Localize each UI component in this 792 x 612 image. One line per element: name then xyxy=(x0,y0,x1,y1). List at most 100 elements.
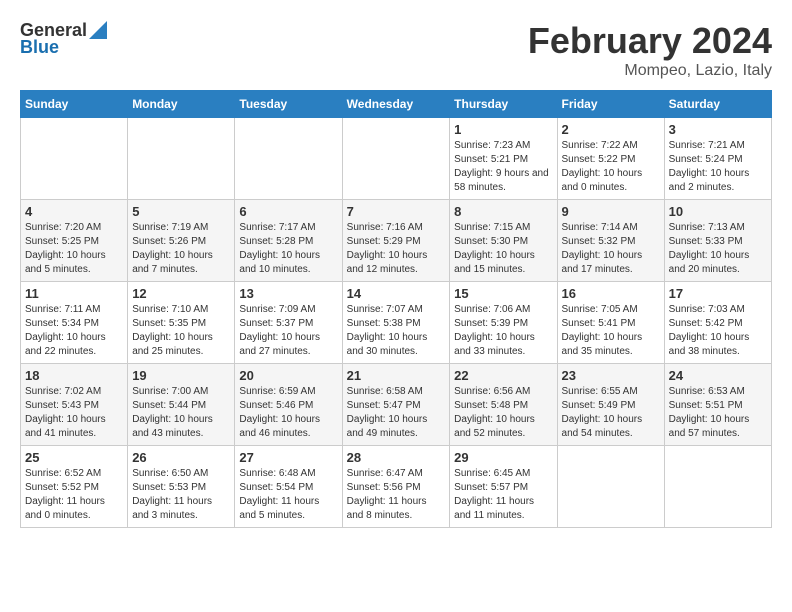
day-info: Sunrise: 7:03 AM Sunset: 5:42 PM Dayligh… xyxy=(669,303,767,359)
day-number: 27 xyxy=(239,450,337,465)
day-number: 14 xyxy=(347,286,446,301)
day-info: Sunrise: 7:06 AM Sunset: 5:39 PM Dayligh… xyxy=(454,303,552,359)
day-info: Sunrise: 7:19 AM Sunset: 5:26 PM Dayligh… xyxy=(132,221,230,277)
day-info: Sunrise: 7:05 AM Sunset: 5:41 PM Dayligh… xyxy=(562,303,660,359)
day-cell: 12 Sunrise: 7:10 AM Sunset: 5:35 PM Dayli… xyxy=(128,282,235,364)
day-info: Sunrise: 7:16 AM Sunset: 5:29 PM Dayligh… xyxy=(347,221,446,277)
page-header: General Blue February 2024 Mompeo, Lazio… xyxy=(20,20,772,80)
day-number: 23 xyxy=(562,368,660,383)
day-number: 15 xyxy=(454,286,552,301)
day-info: Sunrise: 7:20 AM Sunset: 5:25 PM Dayligh… xyxy=(25,221,123,277)
day-number: 28 xyxy=(347,450,446,465)
day-number: 25 xyxy=(25,450,123,465)
day-number: 7 xyxy=(347,204,446,219)
day-cell xyxy=(342,118,450,200)
day-number: 3 xyxy=(669,122,767,137)
day-cell: 13 Sunrise: 7:09 AM Sunset: 5:37 PM Dayli… xyxy=(235,282,342,364)
day-cell: 3 Sunrise: 7:21 AM Sunset: 5:24 PM Daylig… xyxy=(664,118,771,200)
calendar-table: SundayMondayTuesdayWednesdayThursdayFrid… xyxy=(20,90,772,528)
col-header-thursday: Thursday xyxy=(450,91,557,118)
day-cell: 7 Sunrise: 7:16 AM Sunset: 5:29 PM Daylig… xyxy=(342,200,450,282)
day-info: Sunrise: 7:17 AM Sunset: 5:28 PM Dayligh… xyxy=(239,221,337,277)
day-number: 8 xyxy=(454,204,552,219)
day-info: Sunrise: 6:59 AM Sunset: 5:46 PM Dayligh… xyxy=(239,385,337,441)
logo-blue-text: Blue xyxy=(20,37,59,58)
day-info: Sunrise: 6:45 AM Sunset: 5:57 PM Dayligh… xyxy=(454,467,552,523)
day-cell: 28 Sunrise: 6:47 AM Sunset: 5:56 PM Dayli… xyxy=(342,446,450,528)
calendar-title: February 2024 xyxy=(528,20,772,62)
day-cell: 15 Sunrise: 7:06 AM Sunset: 5:39 PM Dayli… xyxy=(450,282,557,364)
day-cell: 24 Sunrise: 6:53 AM Sunset: 5:51 PM Dayli… xyxy=(664,364,771,446)
day-number: 29 xyxy=(454,450,552,465)
day-info: Sunrise: 7:09 AM Sunset: 5:37 PM Dayligh… xyxy=(239,303,337,359)
day-info: Sunrise: 7:11 AM Sunset: 5:34 PM Dayligh… xyxy=(25,303,123,359)
day-cell: 1 Sunrise: 7:23 AM Sunset: 5:21 PM Daylig… xyxy=(450,118,557,200)
day-cell: 8 Sunrise: 7:15 AM Sunset: 5:30 PM Daylig… xyxy=(450,200,557,282)
col-header-saturday: Saturday xyxy=(664,91,771,118)
day-info: Sunrise: 6:48 AM Sunset: 5:54 PM Dayligh… xyxy=(239,467,337,523)
day-number: 17 xyxy=(669,286,767,301)
day-cell: 21 Sunrise: 6:58 AM Sunset: 5:47 PM Dayli… xyxy=(342,364,450,446)
day-info: Sunrise: 7:23 AM Sunset: 5:21 PM Dayligh… xyxy=(454,139,552,195)
col-header-friday: Friday xyxy=(557,91,664,118)
week-row-1: 1 Sunrise: 7:23 AM Sunset: 5:21 PM Daylig… xyxy=(21,118,772,200)
day-number: 24 xyxy=(669,368,767,383)
day-cell: 2 Sunrise: 7:22 AM Sunset: 5:22 PM Daylig… xyxy=(557,118,664,200)
day-info: Sunrise: 7:00 AM Sunset: 5:44 PM Dayligh… xyxy=(132,385,230,441)
day-info: Sunrise: 6:47 AM Sunset: 5:56 PM Dayligh… xyxy=(347,467,446,523)
calendar-subtitle: Mompeo, Lazio, Italy xyxy=(528,62,772,80)
day-info: Sunrise: 6:55 AM Sunset: 5:49 PM Dayligh… xyxy=(562,385,660,441)
col-header-sunday: Sunday xyxy=(21,91,128,118)
day-info: Sunrise: 6:53 AM Sunset: 5:51 PM Dayligh… xyxy=(669,385,767,441)
day-cell: 5Sunrise: 7:19 AM Sunset: 5:26 PM Daylig… xyxy=(128,200,235,282)
day-cell: 11 Sunrise: 7:11 AM Sunset: 5:34 PM Dayli… xyxy=(21,282,128,364)
week-row-4: 18Sunrise: 7:02 AM Sunset: 5:43 PM Dayli… xyxy=(21,364,772,446)
day-number: 26 xyxy=(132,450,230,465)
day-number: 1 xyxy=(454,122,552,137)
day-cell: 27 Sunrise: 6:48 AM Sunset: 5:54 PM Dayli… xyxy=(235,446,342,528)
day-cell: 6 Sunrise: 7:17 AM Sunset: 5:28 PM Daylig… xyxy=(235,200,342,282)
day-number: 6 xyxy=(239,204,337,219)
logo: General Blue xyxy=(20,20,107,58)
day-cell: 19Sunrise: 7:00 AM Sunset: 5:44 PM Dayli… xyxy=(128,364,235,446)
day-number: 2 xyxy=(562,122,660,137)
day-number: 11 xyxy=(25,286,123,301)
day-cell: 17 Sunrise: 7:03 AM Sunset: 5:42 PM Dayli… xyxy=(664,282,771,364)
day-info: Sunrise: 6:52 AM Sunset: 5:52 PM Dayligh… xyxy=(25,467,123,523)
day-cell: 4Sunrise: 7:20 AM Sunset: 5:25 PM Daylig… xyxy=(21,200,128,282)
day-cell: 29 Sunrise: 6:45 AM Sunset: 5:57 PM Dayli… xyxy=(450,446,557,528)
day-number: 12 xyxy=(132,286,230,301)
week-row-2: 4Sunrise: 7:20 AM Sunset: 5:25 PM Daylig… xyxy=(21,200,772,282)
day-info: Sunrise: 7:15 AM Sunset: 5:30 PM Dayligh… xyxy=(454,221,552,277)
day-info: Sunrise: 6:58 AM Sunset: 5:47 PM Dayligh… xyxy=(347,385,446,441)
week-row-5: 25 Sunrise: 6:52 AM Sunset: 5:52 PM Dayli… xyxy=(21,446,772,528)
day-number: 9 xyxy=(562,204,660,219)
day-cell xyxy=(21,118,128,200)
day-info: Sunrise: 6:56 AM Sunset: 5:48 PM Dayligh… xyxy=(454,385,552,441)
day-cell: 18Sunrise: 7:02 AM Sunset: 5:43 PM Dayli… xyxy=(21,364,128,446)
day-info: Sunrise: 7:10 AM Sunset: 5:35 PM Dayligh… xyxy=(132,303,230,359)
day-info: Sunrise: 7:22 AM Sunset: 5:22 PM Dayligh… xyxy=(562,139,660,195)
day-info: Sunrise: 6:50 AM Sunset: 5:53 PM Dayligh… xyxy=(132,467,230,523)
day-cell: 9 Sunrise: 7:14 AM Sunset: 5:32 PM Daylig… xyxy=(557,200,664,282)
title-block: February 2024 Mompeo, Lazio, Italy xyxy=(528,20,772,80)
day-number: 10 xyxy=(669,204,767,219)
col-header-monday: Monday xyxy=(128,91,235,118)
day-cell: 25 Sunrise: 6:52 AM Sunset: 5:52 PM Dayli… xyxy=(21,446,128,528)
logo-arrow-icon xyxy=(89,21,107,39)
day-cell xyxy=(664,446,771,528)
day-number: 21 xyxy=(347,368,446,383)
day-cell: 22 Sunrise: 6:56 AM Sunset: 5:48 PM Dayli… xyxy=(450,364,557,446)
day-number: 16 xyxy=(562,286,660,301)
col-header-wednesday: Wednesday xyxy=(342,91,450,118)
day-cell xyxy=(557,446,664,528)
week-row-3: 11 Sunrise: 7:11 AM Sunset: 5:34 PM Dayli… xyxy=(21,282,772,364)
day-number: 22 xyxy=(454,368,552,383)
day-info: Sunrise: 7:21 AM Sunset: 5:24 PM Dayligh… xyxy=(669,139,767,195)
day-info: Sunrise: 7:14 AM Sunset: 5:32 PM Dayligh… xyxy=(562,221,660,277)
day-number: 13 xyxy=(239,286,337,301)
day-cell: 10 Sunrise: 7:13 AM Sunset: 5:33 PM Dayli… xyxy=(664,200,771,282)
day-info: Sunrise: 7:13 AM Sunset: 5:33 PM Dayligh… xyxy=(669,221,767,277)
day-cell: 14Sunrise: 7:07 AM Sunset: 5:38 PM Dayli… xyxy=(342,282,450,364)
day-number: 18 xyxy=(25,368,123,383)
